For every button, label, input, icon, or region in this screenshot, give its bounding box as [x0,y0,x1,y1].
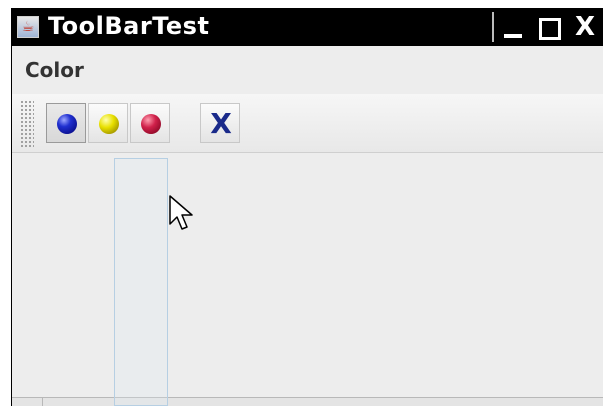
scroll-left-button[interactable] [12,398,43,406]
window-title: ToolBarTest [48,12,210,40]
mouse-pointer-icon [169,195,193,230]
toolbar-grip-handle[interactable] [20,100,34,148]
red-ball-icon [141,114,161,134]
maximize-icon [539,18,561,40]
java-app-icon[interactable]: ☕ [17,16,39,38]
menu-color[interactable]: Color [25,58,84,82]
title-bar[interactable]: ☕ ToolBarTest X [12,8,603,46]
blue-button[interactable] [46,103,86,143]
yellow-ball-icon [99,114,119,134]
toolbar-drag-outline [114,158,168,406]
blue-ball-icon [57,114,77,134]
title-divider [492,12,494,42]
color-toolbar: X [12,94,603,153]
close-x-icon: X [210,107,232,140]
minimize-icon [504,34,522,38]
content-panel [12,153,603,406]
red-button[interactable] [130,103,170,143]
close-window-button[interactable]: X [570,12,600,42]
exit-button[interactable]: X [200,103,240,143]
horizontal-scrollbar[interactable] [12,397,603,406]
minimize-button[interactable] [498,12,528,42]
yellow-button[interactable] [88,103,128,143]
maximize-button[interactable] [534,12,564,42]
menu-bar [12,46,603,92]
app-window: ☕ ToolBarTest X X [11,8,603,406]
